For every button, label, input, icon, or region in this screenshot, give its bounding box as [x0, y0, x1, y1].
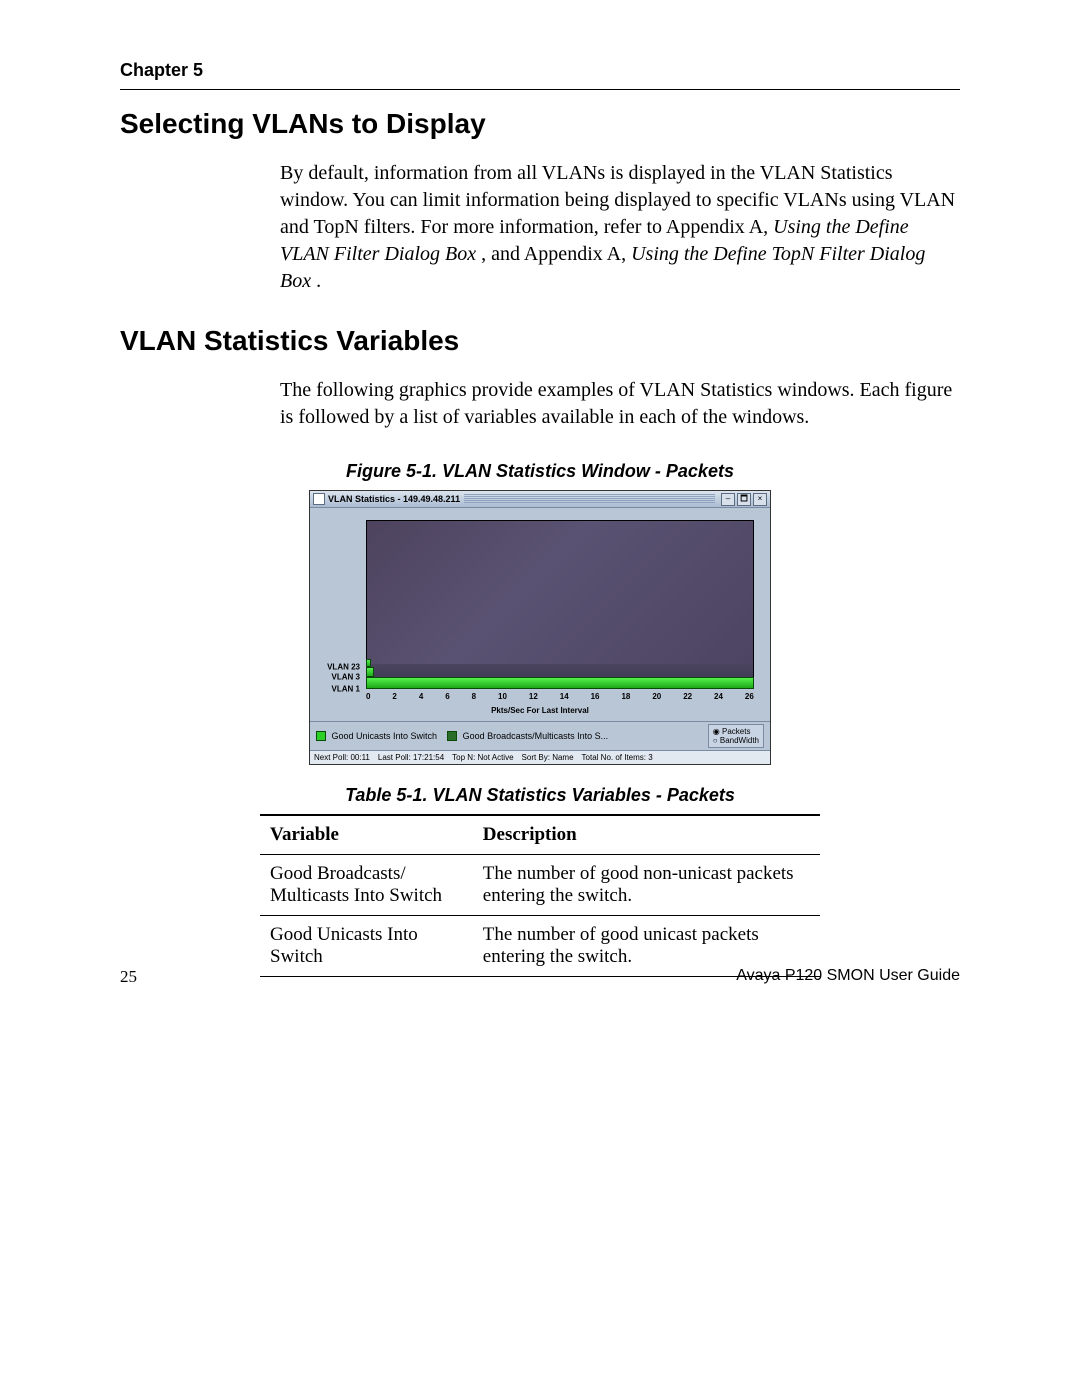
figure-5-1: VLAN Statistics - 149.49.48.211 – 🗖 × VL… — [120, 490, 960, 765]
radio-label: Packets — [722, 727, 750, 736]
table-header-row: Variable Description — [260, 815, 820, 855]
maximize-icon[interactable]: 🗖 — [737, 493, 751, 506]
y-label: VLAN 3 — [332, 673, 360, 682]
status-sort: Sort By: Name — [522, 753, 574, 762]
x-tick: 12 — [529, 692, 538, 701]
x-tick: 24 — [714, 692, 723, 701]
x-tick: 16 — [591, 692, 600, 701]
table-caption: Table 5-1. VLAN Statistics Variables - P… — [120, 785, 960, 806]
y-axis-labels: VLAN 23 VLAN 3 VLAN 1 — [316, 520, 364, 689]
x-axis-label: Pkts/Sec For Last Interval — [316, 706, 764, 715]
window-titlebar[interactable]: VLAN Statistics - 149.49.48.211 – 🗖 × — [310, 491, 770, 508]
section-title-selecting-vlans: Selecting VLANs to Display — [120, 108, 960, 140]
x-tick: 22 — [683, 692, 692, 701]
para-selecting-vlans: By default, information from all VLANs i… — [280, 160, 960, 295]
status-last-poll: Last Poll: 17:21:54 — [378, 753, 444, 762]
col-header-variable: Variable — [260, 815, 473, 855]
swatch-icon — [316, 731, 326, 741]
y-label: VLAN 1 — [332, 685, 360, 694]
col-header-description: Description — [473, 815, 820, 855]
bar-vlan3 — [366, 667, 374, 677]
x-axis-ticks: 0 2 4 6 8 10 12 14 16 18 20 22 24 26 — [366, 692, 754, 701]
document-title: Avaya P120 SMON User Guide — [736, 967, 960, 987]
text-fragment: . — [316, 270, 321, 292]
legend-item-unicasts[interactable]: Good Unicasts Into Switch — [316, 731, 437, 742]
x-tick: 2 — [392, 692, 396, 701]
display-mode-radio-group: ◉ Packets ○ BandWidth — [708, 724, 764, 748]
vlan-statistics-window: VLAN Statistics - 149.49.48.211 – 🗖 × VL… — [309, 490, 771, 765]
para-vlan-stats-vars: The following graphics provide examples … — [280, 377, 960, 431]
x-tick: 4 — [419, 692, 423, 701]
window-title: VLAN Statistics - 149.49.48.211 — [328, 494, 460, 504]
legend-label: Good Broadcasts/Multicasts Into S... — [463, 731, 609, 741]
x-tick: 8 — [472, 692, 476, 701]
status-bar: Next Poll: 00:11 Last Poll: 17:21:54 Top… — [310, 750, 770, 764]
radio-bandwidth[interactable]: ○ BandWidth — [713, 736, 759, 745]
x-tick: 6 — [445, 692, 449, 701]
minimize-icon[interactable]: – — [721, 493, 735, 506]
status-next-poll: Next Poll: 00:11 — [314, 753, 370, 762]
titlebar-stripes — [464, 494, 715, 504]
x-tick: 20 — [652, 692, 661, 701]
figure-caption: Figure 5-1. VLAN Statistics Window - Pac… — [120, 461, 960, 482]
status-total: Total No. of Items: 3 — [582, 753, 653, 762]
table-row: Good Broadcasts/ Multicasts Into Switch … — [260, 855, 820, 916]
x-tick: 14 — [560, 692, 569, 701]
close-icon[interactable]: × — [753, 493, 767, 506]
header-rule — [120, 89, 960, 90]
x-tick: 0 — [366, 692, 370, 701]
text-fragment: , and Appendix A, — [481, 243, 631, 265]
chart-area: VLAN 23 VLAN 3 VLAN 1 0 2 4 6 8 10 12 14… — [316, 512, 764, 717]
x-tick: 10 — [498, 692, 507, 701]
swatch-icon — [447, 731, 457, 741]
x-tick: 26 — [745, 692, 754, 701]
document-icon — [313, 493, 325, 505]
vlan-variables-table: Variable Description Good Broadcasts/ Mu… — [260, 814, 820, 977]
chapter-label: Chapter 5 — [120, 60, 960, 81]
section-title-vlan-stats-vars: VLAN Statistics Variables — [120, 325, 960, 357]
cell-description: The number of good non-unicast packets e… — [473, 855, 820, 916]
status-topn: Top N: Not Active — [452, 753, 513, 762]
y-label: VLAN 23 — [327, 663, 360, 672]
x-tick: 18 — [621, 692, 630, 701]
bar-vlan1 — [366, 677, 754, 689]
plot-background — [366, 520, 754, 689]
radio-packets[interactable]: ◉ Packets — [713, 727, 759, 736]
radio-label: BandWidth — [720, 736, 759, 745]
legend-label: Good Unicasts Into Switch — [332, 731, 438, 741]
legend-item-broadcasts[interactable]: Good Broadcasts/Multicasts Into S... — [447, 731, 608, 742]
cell-variable: Good Broadcasts/ Multicasts Into Switch — [260, 855, 473, 916]
bar-vlan23 — [366, 659, 371, 667]
legend-row: Good Unicasts Into Switch Good Broadcast… — [310, 721, 770, 750]
page-footer: 25 Avaya P120 SMON User Guide — [120, 967, 960, 987]
page-number: 25 — [120, 967, 137, 987]
